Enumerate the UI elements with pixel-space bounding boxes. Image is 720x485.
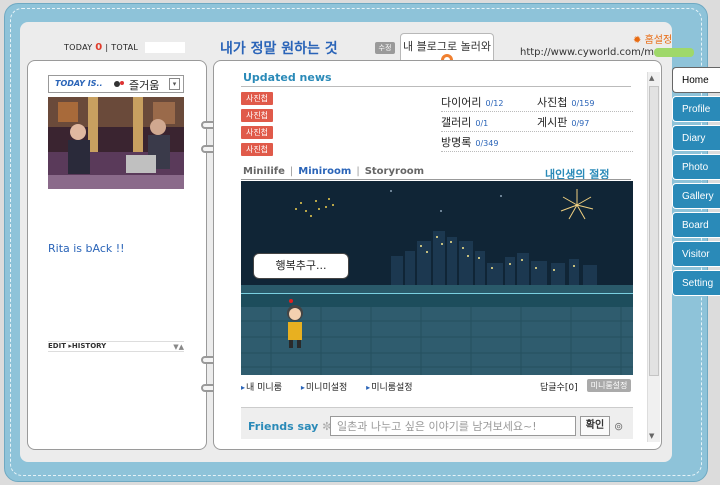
stat-label: 게시판 xyxy=(537,116,568,129)
tab-board[interactable]: Board xyxy=(672,212,720,238)
room-tabs: Minilife | Miniroom | Storyroom xyxy=(243,166,424,177)
url-text: http://www.cyworld.com/m xyxy=(520,47,655,58)
confirm-button[interactable]: 확인 xyxy=(580,416,610,436)
edit-title-button[interactable]: 수정 xyxy=(375,42,395,54)
mood-icon xyxy=(114,81,124,87)
stats-row: 방명록 0/349 xyxy=(441,132,633,152)
link-miniroom-setting[interactable]: ▸미니룸설정 xyxy=(366,383,420,393)
link-my-miniroom[interactable]: ▸내 미니룸 xyxy=(241,383,290,393)
divider xyxy=(48,351,184,352)
edit-history-link[interactable]: EDIT ▸HISTORY ▼▲ xyxy=(48,341,184,351)
total-count-masked xyxy=(144,42,185,53)
friends-say-input[interactable] xyxy=(330,416,576,436)
home-setting-link[interactable]: ✹ 홈설정 xyxy=(633,31,672,46)
nav-tabs: Home Profile Diary Photo Gallery Board V… xyxy=(672,67,720,299)
profile-photo[interactable] xyxy=(48,97,184,189)
homepage-url: http://www.cyworld.com/m xyxy=(520,47,695,58)
friends-say-label: Friends say ✼ xyxy=(248,420,331,433)
stat-gallery[interactable]: 갤러리 0/1 xyxy=(441,114,488,130)
scroll-up-icon[interactable]: ▲ xyxy=(649,74,654,82)
reply-count: 답글수[0] xyxy=(540,383,578,393)
total-label: TOTAL xyxy=(111,43,139,52)
counter-divider: | xyxy=(105,43,109,52)
visitor-counter: TODAY 0 | TOTAL xyxy=(64,42,185,53)
today-is-selector[interactable]: TODAY IS.. 즐거움 ▾ xyxy=(48,75,184,93)
tab-home[interactable]: Home xyxy=(672,67,720,93)
tab-separator: | xyxy=(289,166,294,177)
news-tag[interactable]: 사진첩 xyxy=(241,92,273,105)
link-label: 미니룸설정 xyxy=(371,383,413,393)
gear-icon[interactable]: ⊚ xyxy=(614,420,623,433)
stat-count: 0/349 xyxy=(475,139,499,148)
edit-history-label: EDIT ▸HISTORY xyxy=(48,342,107,350)
status-message: Rita is bAck !! xyxy=(48,242,125,255)
stat-label: 방명록 xyxy=(441,136,472,149)
stat-photo[interactable]: 사진첩 0/159 xyxy=(537,94,594,110)
stat-count: 0/159 xyxy=(571,99,595,108)
tab-miniroom[interactable]: Miniroom xyxy=(298,166,351,177)
stat-diary[interactable]: 다이어리 0/12 xyxy=(441,94,503,110)
tab-storyroom[interactable]: Storyroom xyxy=(365,166,424,177)
stats-row: 갤러리 0/1 게시판 0/97 xyxy=(441,112,633,132)
stat-guestbook[interactable]: 방명록 0/349 xyxy=(441,134,498,150)
today-count: 0 xyxy=(95,42,103,53)
tab-profile[interactable]: Profile xyxy=(672,96,720,122)
blog-visit-tab[interactable]: 내 블로그로 놀러와 xyxy=(400,33,494,66)
tab-minilife[interactable]: Minilife xyxy=(243,166,285,177)
chevron-down-icon[interactable]: ▾ xyxy=(169,78,180,90)
tab-gallery[interactable]: Gallery xyxy=(672,183,720,209)
scroll-thumb[interactable] xyxy=(649,86,659,376)
scroll-down-icon[interactable]: ▼ xyxy=(649,432,654,440)
news-tag[interactable]: 사진첩 xyxy=(241,143,273,156)
divider xyxy=(241,179,631,180)
link-minimi-setting[interactable]: ▸미니미설정 xyxy=(301,383,355,393)
home-setting-label: 홈설정 xyxy=(644,35,673,46)
news-tag[interactable]: 사진첩 xyxy=(241,109,273,122)
miniroom-links: ▸내 미니룸 ▸미니미설정 ▸미니룸설정 xyxy=(241,380,429,393)
today-is-label: TODAY IS.. xyxy=(55,79,103,88)
expand-arrows-icon[interactable]: ▼▲ xyxy=(173,343,184,351)
friends-say-text: Friends say xyxy=(248,420,319,433)
stats-row: 다이어리 0/12 사진첩 0/159 xyxy=(441,92,633,112)
tab-photo[interactable]: Photo xyxy=(672,154,720,180)
blog-tab-label: 내 블로그로 놀러와 xyxy=(403,40,491,53)
arrow-icon: ▸ xyxy=(300,383,305,392)
stat-count: 0/97 xyxy=(571,119,590,128)
tab-diary[interactable]: Diary xyxy=(672,125,720,151)
tab-visitor[interactable]: Visitor xyxy=(672,241,720,267)
stat-label: 갤러리 xyxy=(441,116,472,129)
homepage-title: 내가 정말 원하는 것 xyxy=(220,41,338,57)
news-tag-list: 사진첩 사진첩 사진첩 사진첩 xyxy=(241,92,273,160)
miniroom-setting-button[interactable]: 미니룸설정 xyxy=(587,379,631,392)
today-label: TODAY xyxy=(64,43,93,52)
stat-label: 사진첩 xyxy=(537,96,568,109)
menu-stats: 다이어리 0/12 사진첩 0/159 갤러리 0/1 게시판 0/97 방명록 0/34… xyxy=(441,92,633,152)
stat-count: 0/12 xyxy=(485,99,504,108)
link-label: 미니미설정 xyxy=(305,383,348,393)
stat-count: 0/1 xyxy=(475,119,489,128)
divider xyxy=(241,86,631,87)
tab-separator: | xyxy=(356,166,360,177)
link-label: 내 미니룸 xyxy=(246,383,282,393)
stat-board[interactable]: 게시판 0/97 xyxy=(537,114,589,130)
stat-label: 다이어리 xyxy=(441,96,482,109)
url-masked xyxy=(654,47,695,57)
arrow-icon: ▸ xyxy=(366,383,371,392)
mood-value: 즐거움 xyxy=(129,79,160,92)
miniroom-speech-bubble: 행복추구... xyxy=(253,253,349,279)
updated-news-title: Updated news xyxy=(243,71,332,84)
news-tag[interactable]: 사진첩 xyxy=(241,126,273,139)
tab-setting[interactable]: Setting xyxy=(672,270,720,296)
arrow-icon: ▸ xyxy=(241,383,246,392)
